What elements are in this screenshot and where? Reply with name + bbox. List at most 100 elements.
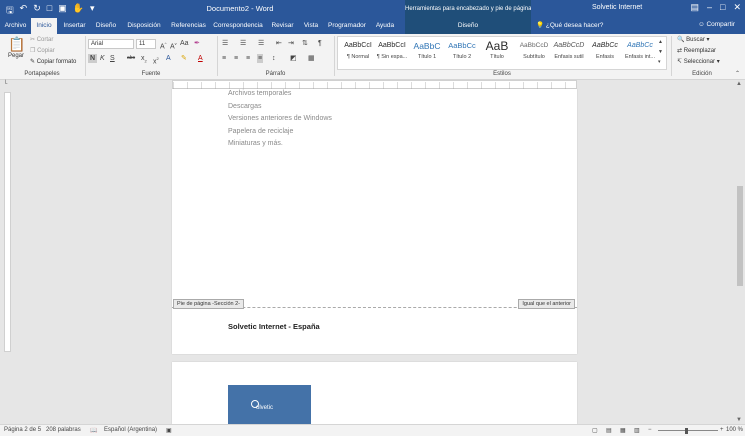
- macro-icon[interactable]: ▣: [166, 427, 172, 434]
- strikethrough-icon[interactable]: abc: [127, 54, 135, 63]
- vertical-ruler[interactable]: [4, 92, 11, 352]
- gallery-up-icon[interactable]: ▲: [658, 38, 663, 47]
- style-subtle-emphasis[interactable]: AaBbCcD Énfasis sutil: [549, 38, 589, 68]
- style-intense-emphasis[interactable]: AaBbCc Énfasis int...: [620, 38, 660, 68]
- zoom-level[interactable]: 100 %: [726, 427, 743, 433]
- web-layout-icon[interactable]: ▥: [634, 427, 640, 434]
- shrink-font-icon[interactable]: Av: [170, 39, 177, 51]
- tab-vista[interactable]: Vista: [300, 18, 322, 34]
- bullets-icon[interactable]: ☰: [222, 39, 228, 48]
- replace-button[interactable]: ⇄ Reemplazar: [677, 47, 716, 54]
- language[interactable]: Español (Argentina): [104, 427, 157, 433]
- tab-ayuda[interactable]: Ayuda: [371, 18, 399, 34]
- font-size-box[interactable]: 11: [136, 39, 156, 49]
- logo-image[interactable]: olvetic: [228, 385, 311, 424]
- line-spacing-icon[interactable]: ↕: [272, 54, 276, 63]
- close-icon[interactable]: ✕: [733, 2, 741, 13]
- style-emphasis[interactable]: AaBbCc Énfasis: [585, 38, 625, 68]
- font-name-box[interactable]: Arial: [88, 39, 134, 49]
- print-layout-icon[interactable]: ▦: [620, 427, 626, 434]
- tab-context-diseno[interactable]: Diseño: [405, 18, 531, 34]
- align-left-icon[interactable]: ≡: [222, 54, 226, 63]
- decrease-indent-icon[interactable]: ⇤: [276, 39, 282, 48]
- proofing-icon[interactable]: 📖: [90, 427, 97, 434]
- borders-icon[interactable]: ▦: [308, 54, 315, 63]
- maximize-icon[interactable]: □: [720, 2, 725, 13]
- tab-correspondencia[interactable]: Correspondencia: [212, 18, 264, 34]
- gallery-down-icon[interactable]: ▼: [658, 48, 663, 57]
- tell-me-search[interactable]: 💡 ¿Qué desea hacer?: [536, 21, 603, 29]
- text-line[interactable]: Papelera de reciclaje: [228, 128, 293, 135]
- clear-format-icon[interactable]: ✒: [194, 39, 200, 48]
- shading-icon[interactable]: ◩: [290, 54, 297, 63]
- justify-icon[interactable]: ≡: [257, 54, 264, 63]
- superscript-icon[interactable]: x2: [153, 54, 159, 66]
- sort-icon[interactable]: ⇅: [302, 39, 308, 48]
- italic-icon[interactable]: K: [100, 54, 105, 63]
- tab-selector-icon[interactable]: └: [3, 80, 7, 89]
- change-case-icon[interactable]: Aa: [180, 39, 189, 48]
- style-label: ¶ Sin espa...: [376, 54, 408, 60]
- bold-icon[interactable]: N: [88, 54, 98, 63]
- text-line[interactable]: Miniaturas y más.: [228, 140, 283, 147]
- select-button[interactable]: ↸ Seleccionar ▾: [677, 58, 720, 65]
- format-painter-button[interactable]: ✎ Copiar formato: [30, 58, 76, 65]
- tab-diseno[interactable]: Diseño: [92, 18, 120, 34]
- scroll-thumb[interactable]: [737, 186, 743, 286]
- paste-icon[interactable]: 📋: [8, 37, 25, 51]
- subscript-icon[interactable]: x2: [141, 54, 147, 65]
- style-subtitle[interactable]: AaBbCcD Subtítulo: [514, 38, 554, 68]
- read-mode-icon[interactable]: ▤: [606, 427, 612, 434]
- show-marks-icon[interactable]: ¶: [318, 39, 322, 48]
- tab-revisar[interactable]: Revisar: [267, 18, 298, 34]
- word-count[interactable]: 208 palabras: [46, 427, 81, 433]
- user-name[interactable]: Solvetic Internet: [592, 4, 642, 11]
- zoom-out-icon[interactable]: −: [648, 427, 652, 433]
- zoom-slider-thumb[interactable]: [685, 428, 688, 434]
- font-color-icon[interactable]: A: [198, 54, 203, 63]
- text-line[interactable]: Descargas: [228, 103, 261, 110]
- find-button[interactable]: 🔍 Buscar ▾: [677, 36, 710, 43]
- zoom-slider[interactable]: [658, 430, 718, 431]
- focus-mode-icon[interactable]: ▢: [592, 427, 598, 434]
- paste-button[interactable]: Pegar: [8, 53, 24, 59]
- text-effects-icon[interactable]: A: [166, 54, 171, 63]
- text-line[interactable]: Archivos temporales: [228, 90, 291, 97]
- share-button[interactable]: ☺ Compartir: [698, 21, 735, 28]
- tab-insertar[interactable]: Insertar: [59, 18, 90, 34]
- ribbon-display-icon[interactable]: ▤: [690, 2, 699, 13]
- copy-button[interactable]: ❐ Copiar: [30, 47, 55, 54]
- scroll-down-icon[interactable]: ▼: [736, 417, 742, 423]
- multilevel-list-icon[interactable]: ☰: [258, 39, 264, 48]
- same-as-previous-tag: Igual que el anterior: [518, 299, 575, 309]
- style-heading-2[interactable]: AaBbCc Título 2: [442, 38, 482, 68]
- page[interactable]: Archivos temporales Descargas Versiones …: [172, 89, 577, 354]
- numbering-icon[interactable]: ☰: [240, 39, 246, 48]
- tab-archivo[interactable]: Archivo: [0, 18, 31, 34]
- align-right-icon[interactable]: ≡: [246, 54, 250, 63]
- style-title[interactable]: AaB Título: [477, 38, 517, 68]
- style-heading-1[interactable]: AaBbC Título 1: [407, 38, 447, 68]
- tab-disposicion[interactable]: Disposición: [124, 18, 164, 34]
- scroll-up-icon[interactable]: ▲: [736, 81, 742, 87]
- highlight-icon[interactable]: ✎: [181, 54, 187, 63]
- tab-programador[interactable]: Programador: [325, 18, 369, 34]
- page[interactable]: olvetic: [172, 362, 577, 424]
- text-line[interactable]: Versiones anteriores de Windows: [228, 115, 332, 122]
- page-count[interactable]: Página 2 de 5: [4, 427, 41, 433]
- zoom-in-icon[interactable]: +: [720, 427, 724, 433]
- footer-text[interactable]: Solvetic Internet - España: [228, 322, 320, 331]
- style-no-spacing[interactable]: AaBbCcI ¶ Sin espa...: [372, 38, 412, 68]
- tab-referencias[interactable]: Referencias: [167, 18, 210, 34]
- collapse-ribbon-icon[interactable]: ⌃: [735, 70, 740, 79]
- tab-inicio[interactable]: Inicio: [31, 18, 57, 34]
- underline-icon[interactable]: S: [110, 54, 115, 63]
- align-center-icon[interactable]: ≡: [234, 54, 238, 63]
- minimize-icon[interactable]: –: [707, 2, 712, 13]
- horizontal-ruler[interactable]: [172, 80, 577, 89]
- gallery-more-icon[interactable]: ▾: [658, 58, 661, 67]
- increase-indent-icon[interactable]: ⇥: [288, 39, 294, 48]
- cut-button[interactable]: ✂ Cortar: [30, 36, 53, 43]
- vertical-scrollbar[interactable]: ▲ ▼: [735, 80, 745, 424]
- grow-font-icon[interactable]: A^: [160, 39, 167, 51]
